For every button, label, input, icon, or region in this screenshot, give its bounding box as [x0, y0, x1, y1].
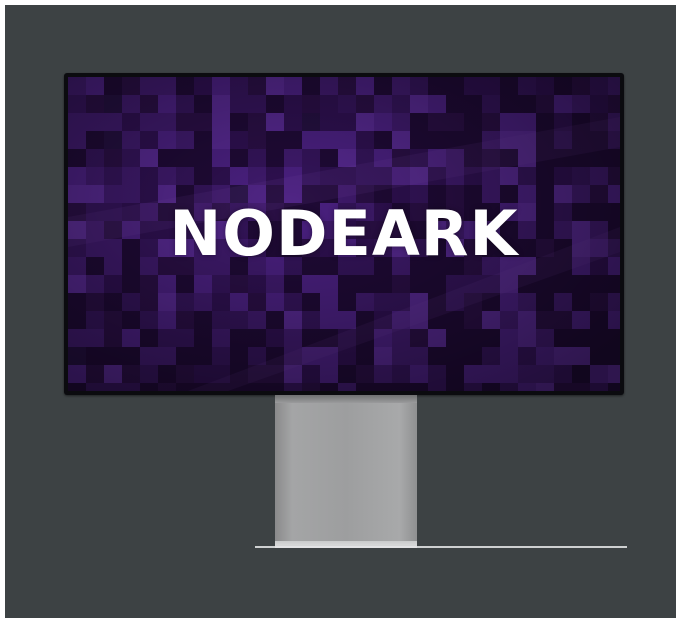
photo-backdrop: NODEARK [5, 5, 676, 618]
stand-hinge [275, 395, 417, 403]
desk-edge [255, 546, 627, 548]
monitor-stand-neck [275, 395, 417, 541]
brand-logo-text: NODEARK [169, 197, 519, 270]
monitor: NODEARK [64, 73, 624, 395]
monitor-screen: NODEARK [68, 77, 620, 391]
